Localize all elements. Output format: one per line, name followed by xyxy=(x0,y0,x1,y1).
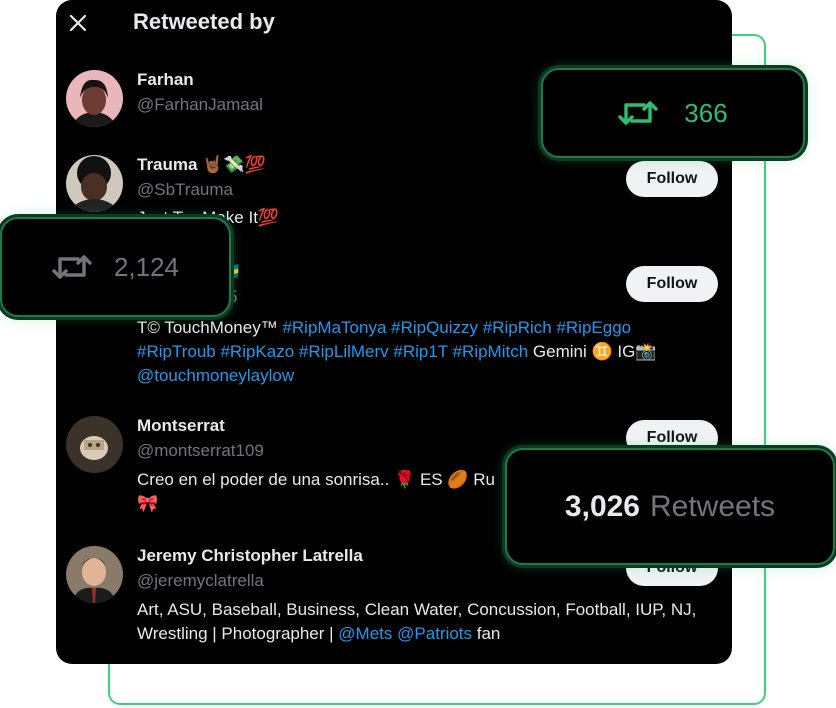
user-handle: @FarhanJamaal xyxy=(137,95,263,114)
close-icon xyxy=(69,14,87,32)
avatar[interactable] xyxy=(66,416,123,473)
bio-text: T© TouchMoney™ xyxy=(137,318,283,337)
bio-text: fan xyxy=(472,624,501,643)
user-name[interactable]: Trauma 🤘🏾💸💯 xyxy=(137,155,266,175)
avatar[interactable] xyxy=(66,70,123,127)
user-name[interactable]: Jeremy Christopher Latrella xyxy=(137,546,363,566)
retweet-count: 2,124 xyxy=(113,251,180,282)
retweet-count: 366 xyxy=(684,97,728,128)
bio-text: Gemini ♊ IG📸 xyxy=(528,342,657,361)
user-name[interactable]: Montserrat xyxy=(137,416,225,436)
follow-button[interactable]: Follow xyxy=(626,161,718,197)
user-handle: @jeremyclatrella xyxy=(137,571,264,590)
bio-mention[interactable]: @touchmoneylaylow xyxy=(137,366,294,385)
retweet-icon xyxy=(52,255,92,279)
retweet-count-card-muted: 2,124 xyxy=(0,217,231,317)
retweet-icon xyxy=(618,101,658,125)
retweet-count-card-highlight: 366 xyxy=(541,68,805,158)
close-button[interactable] xyxy=(66,8,90,38)
avatar[interactable] xyxy=(66,155,123,212)
user-bio: Art, ASU, Baseball, Business, Clean Wate… xyxy=(137,598,707,646)
user-name[interactable]: Farhan xyxy=(137,70,194,90)
follow-button[interactable]: Follow xyxy=(626,266,718,302)
user-handle: @SbTrauma xyxy=(137,180,233,199)
dialog-header: Retweeted by xyxy=(56,0,732,50)
total-retweet-label: Retweets xyxy=(650,489,776,523)
user-handle: @montserrat109 xyxy=(137,441,264,460)
total-retweets-card: 3,026 Retweets xyxy=(505,448,835,565)
bio-mention[interactable]: @Patriots xyxy=(397,624,472,643)
dialog-title: Retweeted by xyxy=(133,9,275,34)
bio-mention[interactable]: @Mets xyxy=(338,624,392,643)
avatar[interactable] xyxy=(66,546,123,603)
user-bio: T© TouchMoney™ #RipMaTonya #RipQuizzy #R… xyxy=(137,316,707,388)
total-retweet-count: 3,026 xyxy=(564,489,640,523)
